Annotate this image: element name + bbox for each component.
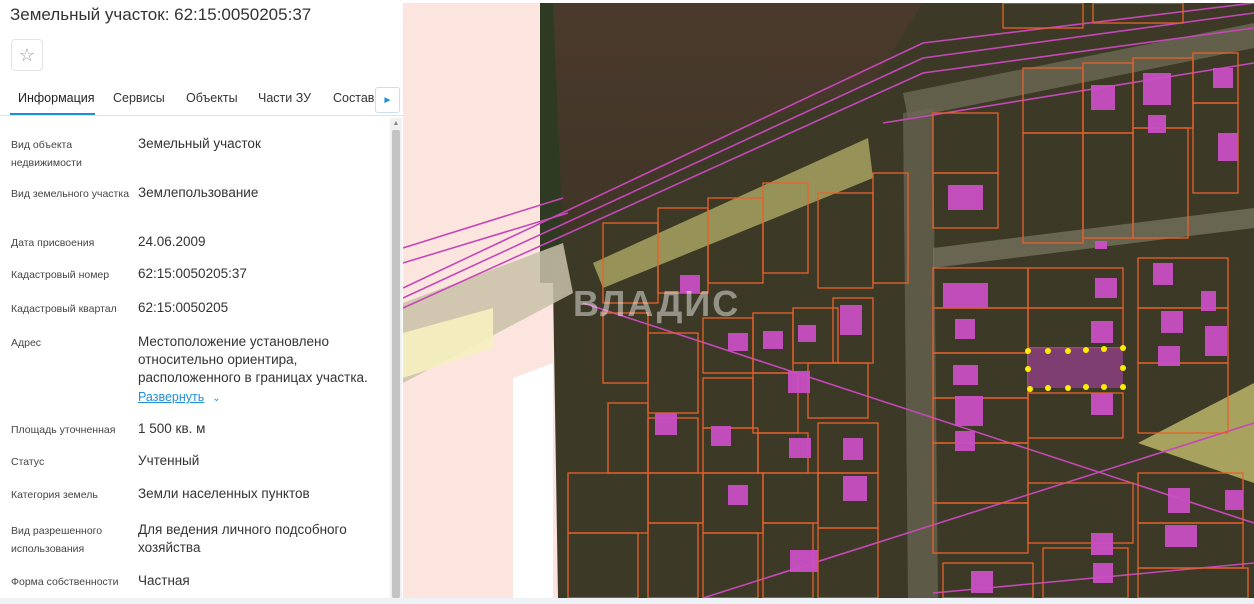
field-value-land-category: Земли населенных пунктов [138, 486, 310, 501]
field-value-area: 1 500 кв. м [138, 421, 206, 436]
field-label-land-type: Вид земельного участка [11, 188, 130, 200]
info-panel: Земельный участок: 62:15:0050205:37 ☆ Ин… [0, 0, 403, 604]
field-value-ownership: Частная [138, 573, 190, 588]
expand-address-link[interactable]: Развернуть ⌄ [138, 390, 221, 404]
field-value-permitted-use: Для ведения личного подсобного хозяйства [138, 522, 347, 555]
field-value-cadastral-number: 62:15:0050205:37 [138, 266, 247, 281]
bottom-strip [0, 598, 1254, 604]
tab-info[interactable]: Информация [18, 91, 95, 105]
scroll-thumb[interactable] [392, 130, 400, 598]
tab-services[interactable]: Сервисы [113, 91, 165, 105]
tab-composition[interactable]: Состав [333, 91, 374, 105]
white-parcel [513, 363, 553, 598]
expand-label: Развернуть [138, 390, 205, 404]
field-label-status: Статус [11, 456, 45, 468]
star-icon: ☆ [18, 44, 36, 65]
field-label-address: Адрес [11, 337, 42, 349]
tab-objects[interactable]: Объекты [186, 91, 238, 105]
field-label-permitted-use: Вид разрешенного использования [11, 525, 103, 555]
field-value-status: Учтенный [138, 453, 200, 468]
tab-parts[interactable]: Части ЗУ [258, 91, 311, 105]
chevron-right-icon: ► [382, 94, 393, 106]
scroll-up-icon[interactable]: ▲ [390, 118, 402, 130]
field-value-address: Местоположение установлено относительно … [138, 334, 368, 385]
selected-parcel[interactable] [1025, 345, 1126, 392]
field-label-object-type: Вид объекта недвижимости [11, 139, 82, 169]
field-label-cadastral-quarter: Кадастровый квартал [11, 303, 117, 315]
favorite-button[interactable]: ☆ [11, 39, 43, 71]
field-value-assign-date: 24.06.2009 [138, 234, 206, 249]
tabs-next-button[interactable]: ► [375, 87, 400, 113]
watermark-logo: ВЛАДИС [573, 283, 741, 324]
field-label-assign-date: Дата присвоения [11, 237, 95, 249]
field-value-land-type: Землепользование [138, 185, 259, 200]
field-label-ownership: Форма собственности [11, 576, 119, 588]
field-label-land-category: Категория земель [11, 489, 98, 501]
map-canvas[interactable] [403, 3, 1254, 598]
page-title: Земельный участок: 62:15:0050205:37 [10, 5, 312, 24]
tab-bar: Информация Сервисы Объекты Части ЗУ Сост… [0, 82, 403, 116]
cadastral-map[interactable]: ВЛАДИС [403, 3, 1254, 598]
active-tab-indicator [10, 113, 95, 115]
field-value-object-type: Земельный участок [138, 136, 261, 151]
chevron-down-icon: ⌄ [212, 393, 221, 404]
field-value-cadastral-quarter: 62:15:0050205 [138, 300, 229, 315]
field-label-area: Площадь уточненная [11, 424, 116, 436]
field-label-cadastral-number: Кадастровый номер [11, 269, 110, 281]
panel-scrollbar[interactable]: ▲ [390, 118, 402, 598]
